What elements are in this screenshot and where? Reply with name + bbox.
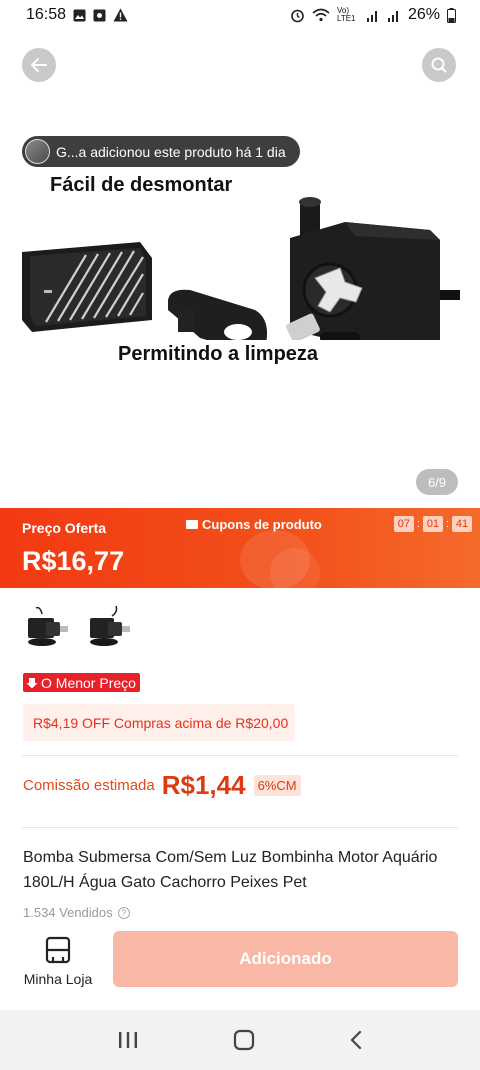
alarm-icon [291, 9, 304, 22]
back-icon[interactable] [349, 1029, 363, 1051]
discount-text: R$4,19 OFF Compras acima de R$20,00 [33, 714, 289, 731]
alert-icon [113, 8, 128, 22]
commission-value: R$1,44 [161, 770, 246, 800]
arrow-left-icon [31, 58, 47, 72]
image-caption-bottom: Permitindo a limpeza [118, 343, 319, 365]
coupon-link[interactable]: Cupons de produto [186, 517, 322, 532]
wifi-icon [312, 8, 330, 22]
toast-text: G...a adicionou este produto há 1 dia [56, 143, 286, 160]
signal-icon-2 [387, 10, 398, 22]
timer-separator: : [445, 518, 449, 530]
network-type: Vo) LTE1 [336, 6, 356, 23]
product-image-carousel[interactable]: G...a adicionou este produto há 1 dia Fá… [0, 30, 480, 508]
variant-thumbnail[interactable] [22, 604, 72, 652]
status-time: 16:58 [26, 6, 67, 23]
divider [22, 827, 458, 828]
image-pager: 6/9 [416, 469, 458, 495]
timer-minutes: 01 [422, 516, 443, 532]
variant-selector [22, 604, 132, 652]
commission-rate-badge: 6%CM [253, 775, 301, 796]
arrow-down-icon [26, 677, 38, 688]
status-bar: 16:58 Vo) LTE1 26% [0, 0, 480, 30]
photo-icon [93, 9, 106, 21]
product-title: Bomba Submersa Com/Sem Luz Bombinha Moto… [23, 849, 438, 891]
battery-level: 26% [407, 6, 440, 23]
search-button[interactable] [422, 48, 456, 82]
recents-icon[interactable] [117, 1030, 139, 1050]
help-icon[interactable]: ? [117, 906, 130, 919]
my-store-button[interactable]: Minha Loja [22, 936, 94, 987]
search-icon [431, 57, 447, 73]
timer-separator: : [416, 518, 420, 530]
offer-price: R$16,77 [22, 546, 125, 576]
added-button[interactable]: Adicionado [113, 931, 458, 987]
coupon-icon [186, 520, 198, 529]
system-nav-bar [0, 1010, 480, 1070]
variant-thumbnail[interactable] [82, 604, 132, 652]
battery-icon [447, 7, 456, 23]
store-icon [45, 936, 71, 964]
coupon-label: Cupons de produto [202, 517, 322, 532]
gallery-icon [73, 9, 86, 21]
sold-count: 1.534 Vendidos ? [23, 905, 130, 920]
divider [22, 755, 458, 756]
commission-row: Comissão estimada R$1,44 6%CM [23, 770, 301, 801]
sold-count-text: 1.534 Vendidos [23, 905, 113, 920]
home-icon[interactable] [233, 1029, 255, 1051]
lowest-price-badge: O Menor Preço [23, 673, 140, 692]
back-button[interactable] [22, 48, 56, 82]
countdown-timer: 07 : 01 : 41 [393, 516, 472, 532]
discount-coupon[interactable]: R$4,19 OFF Compras acima de R$20,00 [23, 704, 295, 741]
signal-icon [366, 10, 377, 22]
my-store-label: Minha Loja [23, 971, 93, 987]
offer-label: Preço Oferta [22, 520, 107, 536]
banner-decoration-2 [270, 548, 320, 588]
commission-label: Comissão estimada [23, 777, 155, 794]
lowest-price-label: O Menor Preço [41, 674, 136, 691]
timer-seconds: 41 [452, 516, 472, 532]
timer-hours: 07 [393, 516, 414, 532]
pump-product-illustration [22, 197, 460, 340]
price-banner: Preço Oferta R$16,77 Cupons de produto 0… [0, 508, 480, 588]
bottom-action-bar: Minha Loja Adicionado [0, 922, 480, 1010]
